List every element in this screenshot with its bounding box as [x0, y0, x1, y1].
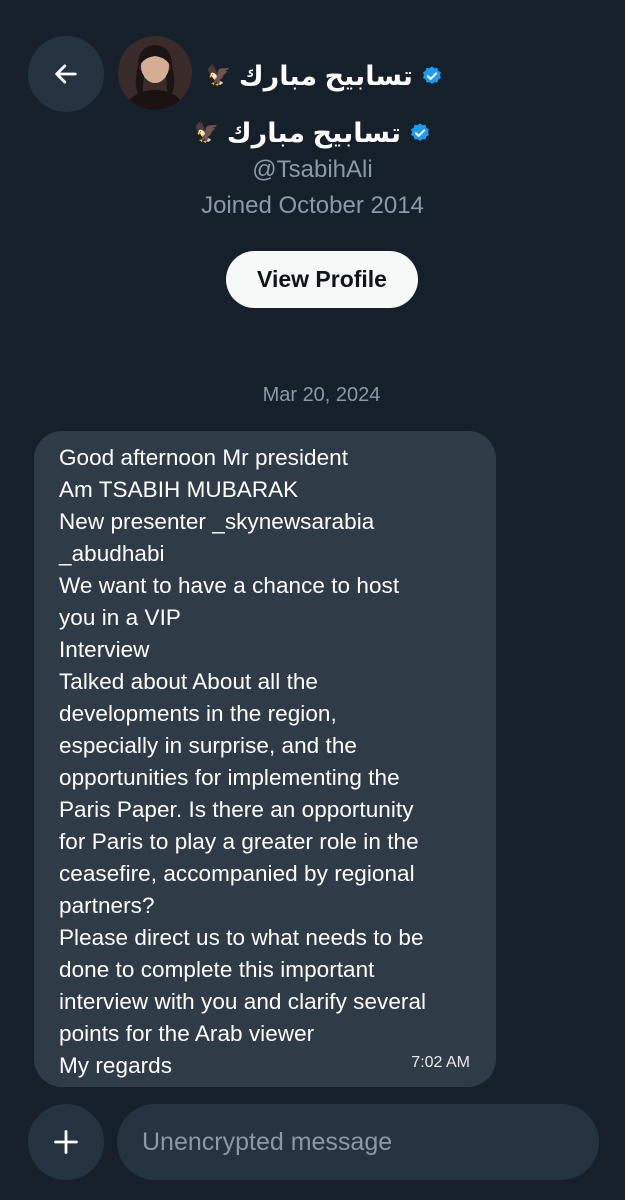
back-button[interactable]	[28, 36, 104, 112]
date-separator: Mar 20, 2024	[262, 384, 381, 406]
message-timestamp: 7:02 AM	[411, 1054, 470, 1071]
profile-name: 🦅 تسابيح مبارك	[194, 112, 431, 154]
arrow-left-icon	[55, 64, 77, 84]
view-profile-button[interactable]: View Profile	[226, 251, 418, 308]
message-composer	[0, 1100, 625, 1190]
conversation-header: 🦅 تسابيح مبارك	[0, 0, 625, 112]
profile-joined-date: Joined October 2014	[201, 192, 424, 219]
message-bubble[interactable]: Good afternoon Mr president Am TSABIH MU…	[34, 431, 496, 1087]
avatar[interactable]	[118, 36, 192, 110]
add-attachment-button[interactable]	[28, 1104, 104, 1180]
profile-name-text: تسابيح مبارك	[226, 117, 401, 148]
message-input[interactable]	[117, 1104, 599, 1180]
verified-badge-icon	[410, 123, 429, 141]
profile-summary: 🦅 تسابيح مبارك @TsabihAli Joined October…	[0, 112, 625, 220]
header-title[interactable]: 🦅 تسابيح مبارك	[206, 58, 443, 94]
profile-handle: @TsabihAli	[252, 156, 373, 183]
eagle-emoji: 🦅	[206, 65, 231, 87]
eagle-emoji: 🦅	[194, 122, 219, 144]
header-name-text: تسابيح مبارك	[238, 60, 413, 91]
plus-icon	[54, 1130, 78, 1154]
avatar-image	[118, 36, 192, 110]
verified-badge-icon	[422, 66, 441, 84]
message-text: Good afternoon Mr president Am TSABIH MU…	[59, 445, 427, 1078]
